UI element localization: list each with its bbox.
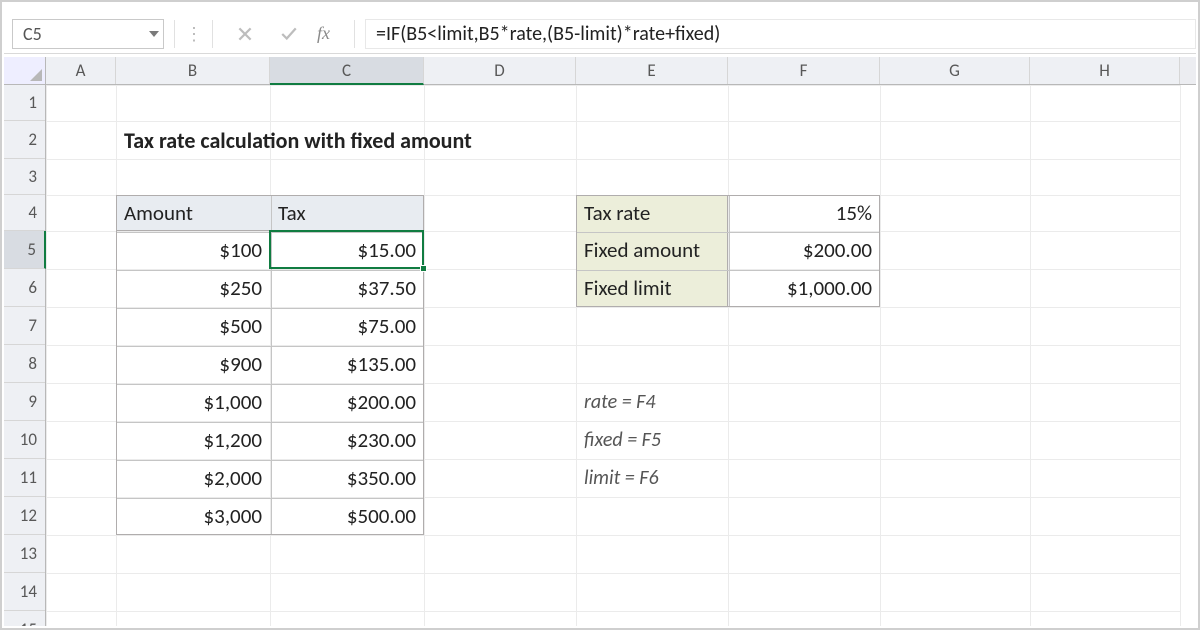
- row-header-1[interactable]: 1: [4, 85, 45, 121]
- row-header-15[interactable]: 15: [4, 611, 45, 626]
- row-headers: 12345678910111213141516: [4, 85, 46, 626]
- table-cell[interactable]: $500.00: [270, 497, 424, 535]
- table-cell[interactable]: $37.50: [270, 269, 424, 307]
- info-label[interactable]: Tax rate: [576, 195, 728, 231]
- separator: [212, 20, 213, 48]
- table-cell[interactable]: $500: [116, 307, 270, 345]
- separator: [354, 20, 355, 48]
- row-header-5[interactable]: 5: [4, 231, 46, 269]
- formula-text: =IF(B5<limit,B5*rate,(B5-limit)*rate+fix…: [376, 22, 720, 46]
- row-header-3[interactable]: 3: [4, 159, 45, 195]
- row-header-6[interactable]: 6: [4, 269, 45, 307]
- row-header-8[interactable]: 8: [4, 345, 45, 383]
- more-icon: ⋮: [185, 23, 202, 45]
- row-header-14[interactable]: 14: [4, 573, 45, 611]
- info-label[interactable]: Fixed limit: [576, 269, 728, 307]
- fill-handle[interactable]: [420, 265, 427, 272]
- table-cell[interactable]: $100: [116, 231, 270, 269]
- table-cell[interactable]: $350.00: [270, 459, 424, 497]
- row-header-10[interactable]: 10: [4, 421, 45, 459]
- column-header-H[interactable]: H: [1030, 57, 1180, 84]
- table-cell[interactable]: $3,000: [116, 497, 270, 535]
- row-header-7[interactable]: 7: [4, 307, 45, 345]
- name-box-value: C5: [23, 23, 42, 45]
- worksheet: ABCDEFGH 12345678910111213141516 Tax rat…: [4, 57, 1196, 626]
- table-cell[interactable]: $1,200: [116, 421, 270, 459]
- table-header-amount[interactable]: Amount: [116, 195, 270, 231]
- column-headers: ABCDEFGH: [46, 57, 1196, 85]
- named-range-note[interactable]: limit = F6: [576, 459, 880, 497]
- cancel-icon[interactable]: [231, 20, 259, 48]
- info-value[interactable]: $200.00: [728, 231, 880, 269]
- name-box[interactable]: C5: [12, 19, 164, 49]
- table-cell[interactable]: $15.00: [270, 231, 424, 269]
- table-cell[interactable]: $1,000: [116, 383, 270, 421]
- table-cell[interactable]: $135.00: [270, 345, 424, 383]
- named-range-note[interactable]: rate = F4: [576, 383, 880, 421]
- chevron-down-icon[interactable]: [149, 31, 159, 37]
- table-cell[interactable]: $250: [116, 269, 270, 307]
- column-header-E[interactable]: E: [576, 57, 728, 84]
- table-cell[interactable]: $230.00: [270, 421, 424, 459]
- page-title[interactable]: Tax rate calculation with fixed amount: [116, 121, 728, 159]
- column-header-C[interactable]: C: [270, 57, 424, 85]
- select-all-button[interactable]: [4, 57, 46, 85]
- separator: [174, 20, 175, 48]
- column-header-B[interactable]: B: [116, 57, 270, 84]
- row-header-11[interactable]: 11: [4, 459, 45, 497]
- column-header-F[interactable]: F: [728, 57, 880, 84]
- info-value[interactable]: 15%: [728, 195, 880, 231]
- table-cell[interactable]: $2,000: [116, 459, 270, 497]
- column-header-G[interactable]: G: [880, 57, 1030, 84]
- table-header-tax[interactable]: Tax: [270, 195, 424, 231]
- info-label[interactable]: Fixed amount: [576, 231, 728, 269]
- fx-icon[interactable]: fx: [317, 23, 330, 44]
- row-header-12[interactable]: 12: [4, 497, 45, 535]
- row-header-4[interactable]: 4: [4, 195, 45, 231]
- check-icon[interactable]: [275, 20, 303, 48]
- row-header-9[interactable]: 9: [4, 383, 45, 421]
- table-cell[interactable]: $900: [116, 345, 270, 383]
- table-cell[interactable]: $200.00: [270, 383, 424, 421]
- table-cell[interactable]: $75.00: [270, 307, 424, 345]
- column-header-D[interactable]: D: [424, 57, 576, 84]
- row-header-13[interactable]: 13: [4, 535, 45, 573]
- formula-bar: C5 ⋮ fx =IF(B5<limit,B5*rate,(B5-limit)*…: [4, 14, 1196, 54]
- cell-grid[interactable]: Tax rate calculation with fixed amount Am…: [46, 85, 1180, 626]
- info-value[interactable]: $1,000.00: [728, 269, 880, 307]
- named-range-note[interactable]: fixed = F5: [576, 421, 880, 459]
- formula-input[interactable]: =IF(B5<limit,B5*rate,(B5-limit)*rate+fix…: [365, 19, 1196, 49]
- row-header-2[interactable]: 2: [4, 121, 45, 159]
- column-header-A[interactable]: A: [46, 57, 116, 84]
